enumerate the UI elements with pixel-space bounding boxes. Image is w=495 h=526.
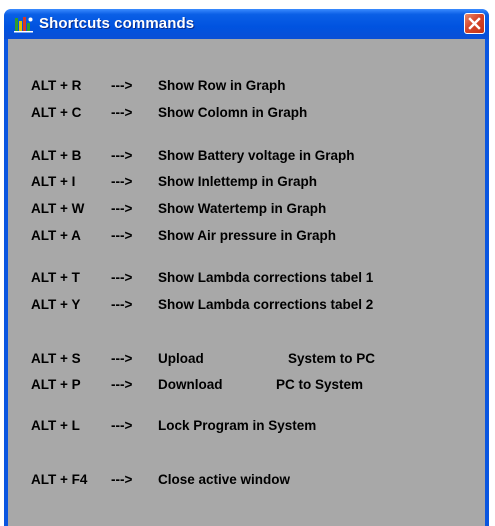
shortcut-description: Show Lambda corrections tabel 1 <box>158 270 374 285</box>
shortcut-key: ALT + I <box>31 174 76 189</box>
shortcut-arrow: ---> <box>111 351 133 366</box>
shortcut-arrow: ---> <box>111 148 133 163</box>
shortcut-arrow: ---> <box>111 297 133 312</box>
window-title: Shortcuts commands <box>39 15 195 32</box>
shortcut-detail: System to PC <box>288 351 376 366</box>
shortcut-description: Show Row in Graph <box>158 78 286 93</box>
shortcut-description: Show Air pressure in Graph <box>158 228 337 243</box>
title-bar[interactable]: Shortcuts commands <box>4 9 489 39</box>
shortcut-arrow: ---> <box>111 270 133 285</box>
shortcut-description: Show Lambda corrections tabel 2 <box>158 297 374 312</box>
shortcut-arrow: ---> <box>111 377 133 392</box>
shortcut-key: ALT + F4 <box>31 472 88 487</box>
shortcut-key: ALT + R <box>31 78 82 93</box>
shortcut-description: Show Battery voltage in Graph <box>158 148 355 163</box>
shortcut-key: ALT + S <box>31 351 81 366</box>
shortcut-arrow: ---> <box>111 418 133 433</box>
shortcut-key: ALT + C <box>31 105 82 120</box>
shortcut-arrow: ---> <box>111 472 133 487</box>
shortcut-detail: PC to System <box>276 377 364 392</box>
shortcut-key: ALT + B <box>31 148 82 163</box>
shortcut-key: ALT + A <box>31 228 81 243</box>
close-icon <box>468 17 481 30</box>
close-button[interactable] <box>464 13 485 34</box>
shortcut-description: Show Inlettemp in Graph <box>158 174 318 189</box>
shortcut-description: Upload <box>158 351 204 366</box>
app-icon <box>14 16 34 33</box>
shortcut-arrow: ---> <box>111 228 133 243</box>
shortcut-key: ALT + W <box>31 201 85 216</box>
shortcut-arrow: ---> <box>111 174 133 189</box>
shortcuts-panel: ALT + R ---> Show Row in Graph ALT + C -… <box>8 39 485 526</box>
shortcut-arrow: ---> <box>111 201 133 216</box>
shortcut-description: Lock Program in System <box>158 418 317 433</box>
shortcut-key: ALT + T <box>31 270 80 285</box>
shortcuts-window: Shortcuts commands ALT + R ---> Show Row… <box>4 9 489 526</box>
shortcut-description: Close active window <box>158 472 291 487</box>
shortcut-key: ALT + P <box>31 377 81 392</box>
shortcut-arrow: ---> <box>111 78 133 93</box>
shortcut-description: Show Colomn in Graph <box>158 105 308 120</box>
shortcut-key: ALT + Y <box>31 297 81 312</box>
shortcut-description: Show Watertemp in Graph <box>158 201 327 216</box>
shortcut-key: ALT + L <box>31 418 80 433</box>
shortcut-description: Download <box>158 377 223 392</box>
shortcut-arrow: ---> <box>111 105 133 120</box>
